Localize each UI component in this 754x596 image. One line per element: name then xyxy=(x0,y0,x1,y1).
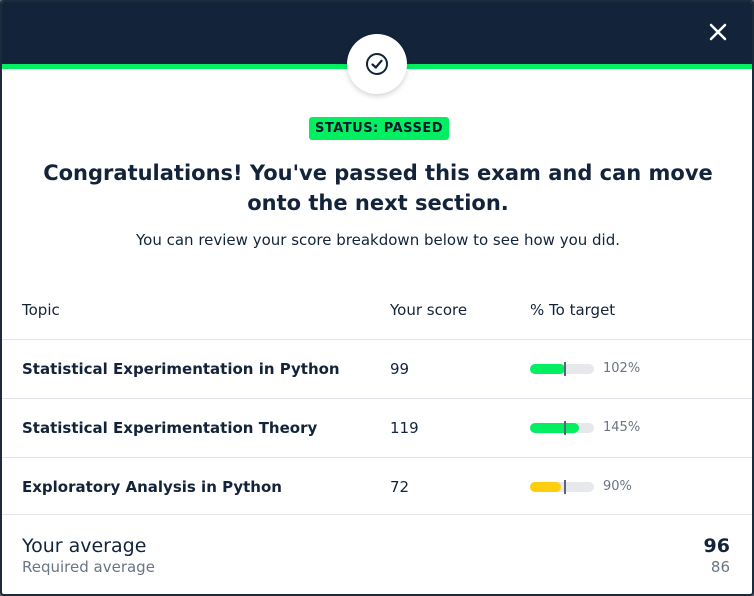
progress-fill xyxy=(530,363,565,374)
check-circle-icon xyxy=(366,53,388,75)
required-average-value: 86 xyxy=(710,558,730,576)
score-breakdown-table: Topic Your score % To target Statistical… xyxy=(2,282,752,516)
headline-line-2: onto the next section. xyxy=(247,191,509,215)
progress-bar xyxy=(530,420,594,435)
topic-name: Exploratory Analysis in Python xyxy=(2,456,390,516)
progress-bar xyxy=(530,361,594,376)
topic-score: 72 xyxy=(390,456,530,516)
result-subline: You can review your score breakdown belo… xyxy=(135,231,620,249)
required-average-label: Required average xyxy=(22,558,155,576)
status-badge-circle xyxy=(347,34,407,94)
table-header-row: Topic Your score % To target xyxy=(2,282,752,339)
target-cell: 90% xyxy=(530,456,752,516)
progress-fill xyxy=(530,481,561,492)
headline-line-1: Congratulations! You've passed this exam… xyxy=(43,161,713,185)
progress-bar xyxy=(530,479,594,494)
table-row: Exploratory Analysis in Python 72 90% xyxy=(2,456,752,516)
target-cell: 145% xyxy=(530,397,752,457)
table-row: Statistical Experimentation in Python 99… xyxy=(2,338,752,398)
target-percent: 90% xyxy=(603,479,632,495)
topic-name: Statistical Experimentation in Python xyxy=(2,338,390,398)
target-marker xyxy=(564,420,566,435)
target-marker xyxy=(564,479,566,494)
column-header-target: % To target xyxy=(530,301,616,320)
progress-fill xyxy=(530,422,580,433)
topic-score: 119 xyxy=(390,397,530,457)
status-badge: STATUS: PASSED xyxy=(309,117,449,140)
average-summary: Your average Required average 96 86 xyxy=(2,514,752,594)
close-icon xyxy=(709,23,727,41)
topic-name: Statistical Experimentation Theory xyxy=(2,397,390,457)
topic-score: 99 xyxy=(390,338,530,398)
column-header-score: Your score xyxy=(390,301,468,320)
your-average-value: 96 xyxy=(703,535,730,557)
target-marker xyxy=(564,361,566,376)
close-button[interactable] xyxy=(706,20,730,44)
exam-result-modal: STATUS: PASSED Congratulations! You've p… xyxy=(0,0,754,596)
target-percent: 102% xyxy=(603,361,641,376)
target-cell: 102% xyxy=(530,338,752,398)
your-average-label: Your average xyxy=(22,535,147,557)
result-headline: Congratulations! You've passed this exam… xyxy=(42,158,714,218)
target-percent: 145% xyxy=(603,420,641,435)
column-header-topic: Topic xyxy=(22,301,60,320)
table-row: Statistical Experimentation Theory 119 1… xyxy=(2,397,752,457)
